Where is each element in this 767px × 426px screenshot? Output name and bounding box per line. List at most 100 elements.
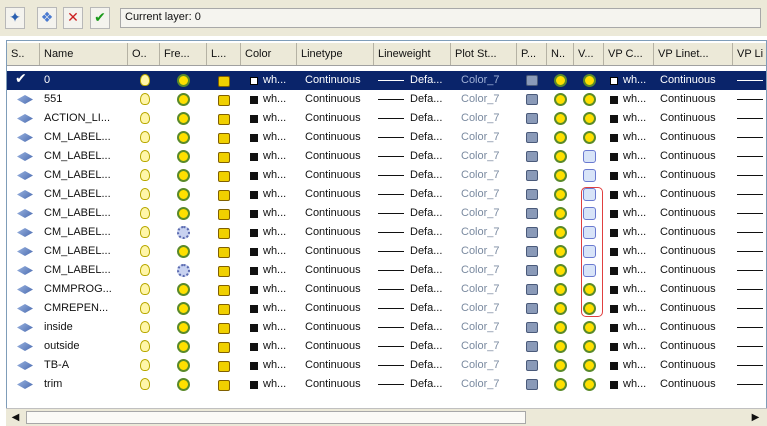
column-header-on[interactable]: O.. (128, 43, 160, 65)
vp-color-swatch[interactable] (610, 172, 618, 180)
new-vp-freeze-icon[interactable] (554, 302, 567, 315)
plot-printer-icon[interactable] (526, 151, 538, 162)
thawed-sun-icon[interactable] (177, 378, 190, 391)
color-swatch[interactable] (250, 267, 258, 275)
unlocked-padlock-icon[interactable] (218, 171, 230, 182)
plot-printer-icon[interactable] (526, 189, 538, 200)
unlocked-padlock-icon[interactable] (218, 209, 230, 220)
color-swatch[interactable] (250, 324, 258, 332)
thawed-sun-icon[interactable] (177, 207, 190, 220)
vp-color-swatch[interactable] (610, 210, 618, 218)
vp-color-swatch[interactable] (610, 96, 618, 104)
column-header-linetype[interactable]: Linetype (297, 43, 374, 65)
vp-color-swatch[interactable] (610, 134, 618, 142)
unlocked-padlock-icon[interactable] (218, 114, 230, 125)
scroll-left-arrow-icon[interactable]: ◀ (8, 410, 23, 425)
layer-list[interactable]: S.. Name O.. Fre... L... Color Linetype Linewei… (6, 40, 767, 426)
layer-on-bulb-icon[interactable] (140, 150, 150, 162)
column-header-plot[interactable]: P... (517, 43, 547, 65)
column-header-vpcolor[interactable]: VP C... (604, 43, 654, 65)
color-swatch[interactable] (250, 115, 258, 123)
vp-color-swatch[interactable] (610, 248, 618, 256)
layer-row[interactable]: trim wh... Continuous Defa... Color_7 wh... Co… (7, 375, 766, 394)
vp-color-swatch[interactable] (610, 191, 618, 199)
thawed-sun-icon[interactable] (177, 188, 190, 201)
vp-color-swatch[interactable] (610, 381, 618, 389)
vp-color-swatch[interactable] (610, 324, 618, 332)
layer-on-bulb-icon[interactable] (140, 112, 150, 124)
layer-row[interactable]: CM_LABEL... wh... Continuous Defa... Color_7… (7, 185, 766, 204)
layer-on-bulb-icon[interactable] (140, 226, 150, 238)
column-header-status[interactable]: S.. (7, 43, 40, 65)
thawed-sun-icon[interactable] (177, 245, 190, 258)
new-vp-freeze-icon[interactable] (554, 245, 567, 258)
layer-row[interactable]: CM_LABEL... wh... Continuous Defa... Color_7… (7, 223, 766, 242)
scroll-thumb[interactable] (26, 411, 526, 424)
vp-color-swatch[interactable] (610, 115, 618, 123)
layer-on-bulb-icon[interactable] (140, 321, 150, 333)
column-header-vpfreeze[interactable]: V... (574, 43, 604, 65)
layer-row[interactable]: ACTION_LI... wh... Continuous Defa... Color_… (7, 109, 766, 128)
layer-row[interactable]: outside wh... Continuous Defa... Color_7 wh..… (7, 337, 766, 356)
new-vp-freeze-icon[interactable] (554, 340, 567, 353)
color-swatch[interactable] (250, 191, 258, 199)
layer-on-bulb-icon[interactable] (140, 359, 150, 371)
vp-thawed-icon[interactable] (583, 112, 596, 125)
column-header-vplineweight[interactable]: VP Li (733, 43, 766, 65)
layer-on-bulb-icon[interactable] (140, 93, 150, 105)
plot-printer-icon[interactable] (526, 75, 538, 86)
layer-on-bulb-icon[interactable] (140, 207, 150, 219)
layer-row[interactable]: CMMPROG... wh... Continuous Defa... Color_7 w… (7, 280, 766, 299)
thawed-sun-icon[interactable] (177, 340, 190, 353)
vp-frozen-icon[interactable] (583, 150, 596, 163)
plot-printer-icon[interactable] (526, 341, 538, 352)
layer-row[interactable]: 551 wh... Continuous Defa... Color_7 wh... Con… (7, 90, 766, 109)
unlocked-padlock-icon[interactable] (218, 323, 230, 334)
new-vp-freeze-icon[interactable] (554, 188, 567, 201)
scroll-right-arrow-icon[interactable]: ▶ (748, 410, 763, 425)
plot-printer-icon[interactable] (526, 113, 538, 124)
new-vp-freeze-icon[interactable] (554, 226, 567, 239)
unlocked-padlock-icon[interactable] (218, 228, 230, 239)
vp-color-swatch[interactable] (610, 362, 618, 370)
unlocked-padlock-icon[interactable] (218, 190, 230, 201)
unlocked-padlock-icon[interactable] (218, 152, 230, 163)
unlocked-padlock-icon[interactable] (218, 285, 230, 296)
layer-row[interactable]: inside wh... Continuous Defa... Color_7 wh...… (7, 318, 766, 337)
thawed-sun-icon[interactable] (177, 283, 190, 296)
new-vp-freeze-icon[interactable] (554, 150, 567, 163)
frozen-snowflake-icon[interactable] (177, 264, 190, 277)
color-swatch[interactable] (250, 362, 258, 370)
color-swatch[interactable] (250, 153, 258, 161)
thawed-sun-icon[interactable] (177, 150, 190, 163)
set-current-button[interactable]: ✔ (90, 7, 110, 29)
layer-row[interactable]: CM_LABEL... wh... Continuous Defa... Color_7… (7, 147, 766, 166)
column-header-color[interactable]: Color (241, 43, 297, 65)
layer-row[interactable]: CM_LABEL... wh... Continuous Defa... Color_7… (7, 242, 766, 261)
vp-color-swatch[interactable] (610, 343, 618, 351)
unlocked-padlock-icon[interactable] (218, 247, 230, 258)
new-vp-freeze-icon[interactable] (554, 112, 567, 125)
vp-color-swatch[interactable] (610, 305, 618, 313)
layer-on-bulb-icon[interactable] (140, 74, 150, 86)
layer-row[interactable]: CMREPEN... wh... Continuous Defa... Color_7 w… (7, 299, 766, 318)
horizontal-scrollbar[interactable]: ◀ ▶ (6, 408, 767, 426)
layer-on-bulb-icon[interactable] (140, 283, 150, 295)
vp-color-swatch[interactable] (610, 77, 618, 85)
plot-printer-icon[interactable] (526, 227, 538, 238)
vp-color-swatch[interactable] (610, 229, 618, 237)
thawed-sun-icon[interactable] (177, 131, 190, 144)
thawed-sun-icon[interactable] (177, 359, 190, 372)
plot-printer-icon[interactable] (526, 360, 538, 371)
color-swatch[interactable] (250, 210, 258, 218)
new-vp-freeze-icon[interactable] (554, 74, 567, 87)
plot-printer-icon[interactable] (526, 322, 538, 333)
color-swatch[interactable] (250, 77, 258, 85)
plot-printer-icon[interactable] (526, 246, 538, 257)
new-vp-freeze-icon[interactable] (554, 131, 567, 144)
layer-on-bulb-icon[interactable] (140, 131, 150, 143)
layer-row[interactable]: TB-A wh... Continuous Defa... Color_7 wh... Co… (7, 356, 766, 375)
vp-thawed-icon[interactable] (583, 131, 596, 144)
new-vp-freeze-icon[interactable] (554, 283, 567, 296)
color-swatch[interactable] (250, 286, 258, 294)
